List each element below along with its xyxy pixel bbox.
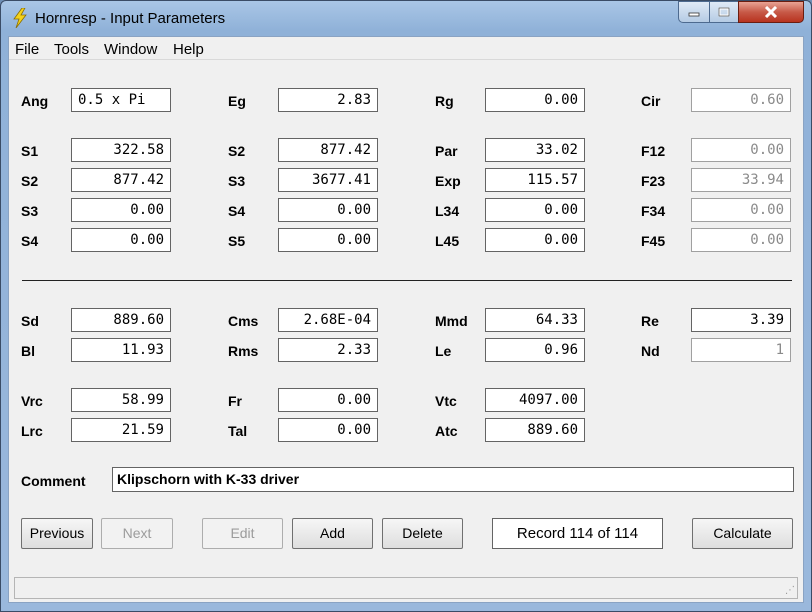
field-atc[interactable]: 889.60	[485, 418, 585, 442]
menu-help[interactable]: Help	[173, 41, 204, 58]
field-s3[interactable]: 3677.41	[278, 168, 378, 192]
comment-input[interactable]: Klipschorn with K-33 driver	[112, 467, 794, 492]
field-s4-row4[interactable]: 0.00	[71, 228, 171, 252]
field-s2-row2[interactable]: 877.42	[71, 168, 171, 192]
field-s1[interactable]: 322.58	[71, 138, 171, 162]
label-f23: F23	[641, 173, 666, 189]
label-ang: Ang	[21, 93, 49, 109]
resize-grip-icon[interactable]: ⋰	[785, 585, 795, 596]
field-nd: 1	[691, 338, 791, 362]
label-bl: Bl	[21, 343, 35, 359]
field-f23: 33.94	[691, 168, 791, 192]
previous-button[interactable]: Previous	[21, 518, 93, 549]
hornresp-window: Hornresp - Input Parameters File Tools W…	[0, 0, 812, 612]
minimize-button[interactable]	[678, 1, 710, 23]
field-cms[interactable]: 2.68E-04	[278, 308, 378, 332]
maximize-button[interactable]	[709, 1, 739, 23]
field-mmd[interactable]: 64.33	[485, 308, 585, 332]
label-atc: Atc	[435, 423, 458, 439]
field-le[interactable]: 0.96	[485, 338, 585, 362]
label-s3: S3	[228, 173, 246, 189]
menu-tools[interactable]: Tools	[54, 41, 89, 58]
field-f45: 0.00	[691, 228, 791, 252]
next-button: Next	[101, 518, 173, 549]
field-lrc[interactable]: 21.59	[71, 418, 171, 442]
field-eg[interactable]: 2.83	[278, 88, 378, 112]
field-rms[interactable]: 2.33	[278, 338, 378, 362]
section-divider	[22, 280, 792, 281]
label-fr: Fr	[228, 393, 242, 409]
field-f34: 0.00	[691, 198, 791, 222]
menu-file[interactable]: File	[15, 41, 39, 58]
field-cir: 0.60	[691, 88, 791, 112]
label-le: Le	[435, 343, 452, 359]
label-mmd: Mmd	[435, 313, 468, 329]
label-s4: S4	[228, 203, 246, 219]
edit-button: Edit	[202, 518, 283, 549]
label-vtc: Vtc	[435, 393, 457, 409]
title-bar[interactable]: Hornresp - Input Parameters	[1, 1, 811, 35]
label-eg: Eg	[228, 93, 246, 109]
field-s4[interactable]: 0.00	[278, 198, 378, 222]
field-l34[interactable]: 0.00	[485, 198, 585, 222]
label-re: Re	[641, 313, 659, 329]
delete-button[interactable]: Delete	[382, 518, 463, 549]
field-s3-row3[interactable]: 0.00	[71, 198, 171, 222]
status-bar: ⋰	[14, 577, 798, 599]
field-rg[interactable]: 0.00	[485, 88, 585, 112]
field-s2[interactable]: 877.42	[278, 138, 378, 162]
calculate-button[interactable]: Calculate	[692, 518, 793, 549]
label-cir: Cir	[641, 93, 661, 109]
label-exp: Exp	[435, 173, 461, 189]
field-sd[interactable]: 889.60	[71, 308, 171, 332]
label-f12: F12	[641, 143, 666, 159]
window-title: Hornresp - Input Parameters	[35, 10, 226, 27]
label-s2: S2	[228, 143, 246, 159]
label-l34: L34	[435, 203, 460, 219]
label-comment: Comment	[21, 473, 86, 489]
lightning-bolt-icon	[13, 8, 27, 28]
client-area: File Tools Window Help Ang 0.5 x Pi Eg 2…	[8, 36, 804, 603]
label-tal: Tal	[228, 423, 248, 439]
label-s3-row3: S3	[21, 203, 39, 219]
label-lrc: Lrc	[21, 423, 43, 439]
label-rg: Rg	[435, 93, 454, 109]
label-f45: F45	[641, 233, 666, 249]
close-button[interactable]	[738, 1, 804, 23]
label-cms: Cms	[228, 313, 259, 329]
label-s4-row4: S4	[21, 233, 39, 249]
field-s5[interactable]: 0.00	[278, 228, 378, 252]
label-par: Par	[435, 143, 458, 159]
label-s1: S1	[21, 143, 39, 159]
close-icon	[764, 6, 778, 18]
field-f12: 0.00	[691, 138, 791, 162]
field-re[interactable]: 3.39	[691, 308, 791, 332]
field-fr[interactable]: 0.00	[278, 388, 378, 412]
menu-bar: File Tools Window Help	[9, 37, 803, 60]
maximize-icon	[718, 7, 730, 17]
field-par[interactable]: 33.02	[485, 138, 585, 162]
field-bl[interactable]: 11.93	[71, 338, 171, 362]
label-rms: Rms	[228, 343, 259, 359]
label-sd: Sd	[21, 313, 39, 329]
label-nd: Nd	[641, 343, 660, 359]
field-vrc[interactable]: 58.99	[71, 388, 171, 412]
field-l45[interactable]: 0.00	[485, 228, 585, 252]
record-indicator: Record 114 of 114	[492, 518, 663, 549]
minimize-icon	[688, 12, 700, 17]
field-exp[interactable]: 115.57	[485, 168, 585, 192]
field-tal[interactable]: 0.00	[278, 418, 378, 442]
label-vrc: Vrc	[21, 393, 43, 409]
menu-window[interactable]: Window	[104, 41, 157, 58]
label-f34: F34	[641, 203, 666, 219]
field-vtc[interactable]: 4097.00	[485, 388, 585, 412]
add-button[interactable]: Add	[292, 518, 373, 549]
label-l45: L45	[435, 233, 460, 249]
label-s2-row2: S2	[21, 173, 39, 189]
field-ang[interactable]: 0.5 x Pi	[71, 88, 171, 112]
label-s5: S5	[228, 233, 246, 249]
